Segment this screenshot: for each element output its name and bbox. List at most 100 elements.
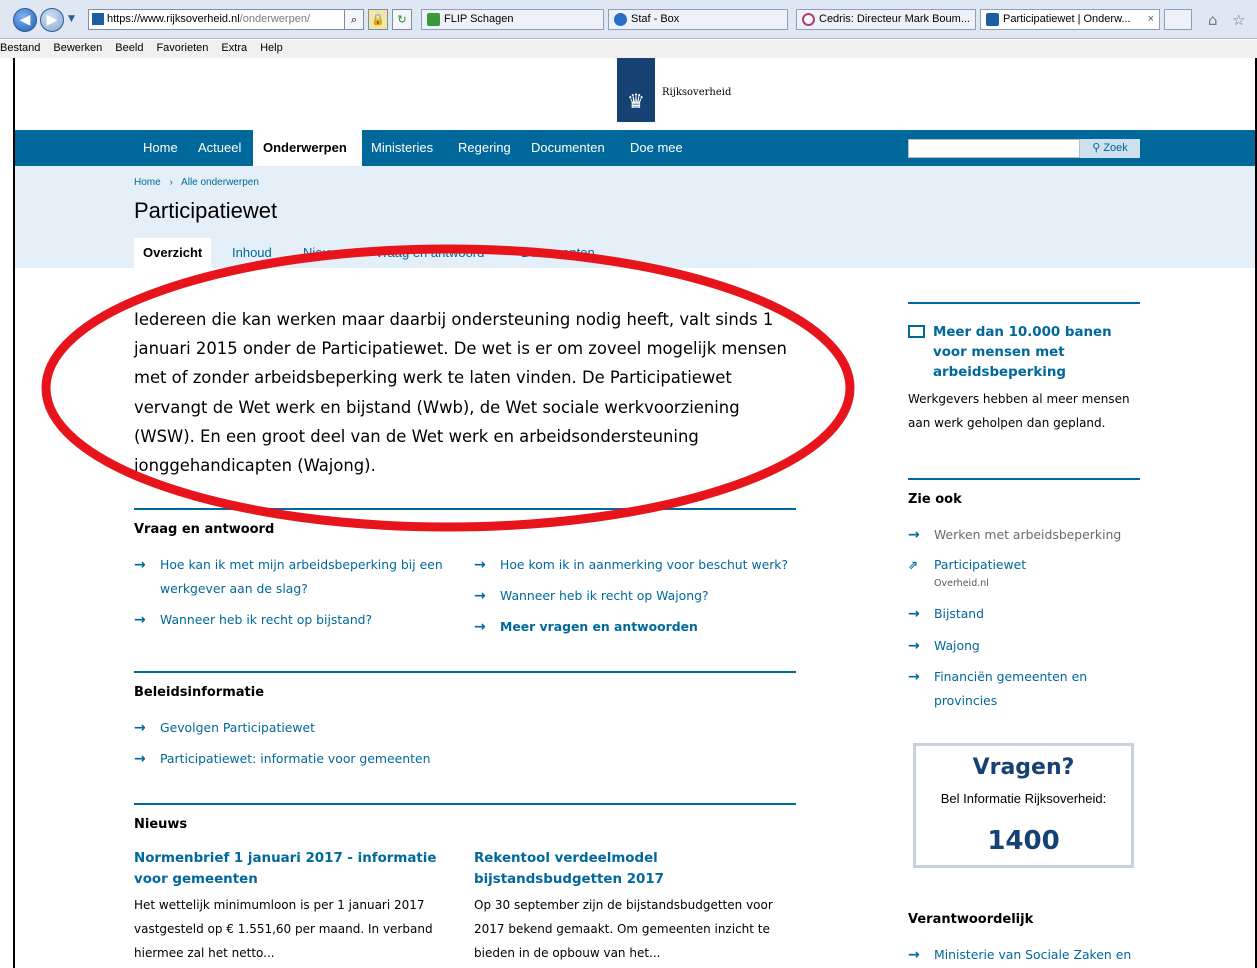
history-dropdown-icon[interactable]: ▼ — [68, 14, 75, 24]
breadcrumb-home[interactable]: Home — [134, 177, 161, 188]
refresh-icon[interactable]: ↻ — [392, 9, 412, 30]
newspaper-icon — [908, 325, 925, 338]
news-title[interactable]: Normenbrief 1 januari 2017 - informatie … — [134, 848, 454, 890]
arrow-right-icon: → — [908, 947, 920, 963]
search-icon: ⚲ — [1092, 142, 1101, 154]
arrow-right-icon: → — [134, 557, 146, 573]
tab-label: Staf - Box — [631, 13, 680, 25]
browser-tab[interactable]: Staf - Box — [608, 9, 788, 30]
news-title[interactable]: Rekentool verdeelmodel bijstandsbudgette… — [474, 848, 794, 890]
browser-toolbar: ◀ ▶ ▼ https://www.rijksoverheid.nl/onder… — [0, 0, 1257, 39]
see-also-heading: Zie ook — [908, 492, 962, 507]
search-input[interactable] — [908, 139, 1080, 158]
nav-item-doe-mee[interactable]: Doe mee — [630, 130, 683, 166]
arrow-right-icon: → — [134, 751, 146, 767]
qa-link-label: Wanneer heb ik recht op bijstand? — [160, 612, 373, 627]
see-also-link[interactable]: ⇗ Participatiewet — [908, 553, 1140, 577]
policy-link-label: Participatiewet: informatie voor gemeent… — [160, 751, 431, 766]
menu-item-bestand[interactable]: Bestand — [0, 40, 40, 57]
browser-tab[interactable]: FLIP Schagen — [421, 9, 604, 30]
address-bar[interactable]: https://www.rijksoverheid.nl/onderwerpen… — [88, 9, 364, 30]
sidebar-banner-title[interactable]: Meer dan 10.000 banen voor mensen met ar… — [933, 323, 1133, 383]
nav-item-actueel[interactable]: Actueel — [198, 130, 241, 166]
section-heading-news: Nieuws — [134, 817, 188, 832]
search-button[interactable]: ⚲ Zoek — [1080, 139, 1140, 158]
breadcrumb-current[interactable]: Alle onderwerpen — [181, 177, 259, 188]
qa-link[interactable]: → Wanneer heb ik recht op bijstand? — [134, 608, 464, 632]
see-also-link[interactable]: → Wajong — [908, 634, 1140, 658]
external-source-label: Overheid.nl — [934, 578, 989, 589]
qa-link-label: Hoe kan ik met mijn arbeidsbeperking bij… — [160, 557, 443, 596]
url-search-icon[interactable]: ⌕ — [344, 9, 364, 30]
see-also-link-label: Werken met arbeidsbeperking — [934, 527, 1122, 542]
arrow-right-icon: → — [474, 557, 486, 573]
page-title: Participatiewet — [134, 198, 278, 223]
menu-item-bewerken[interactable]: Bewerken — [53, 40, 102, 57]
policy-link[interactable]: → Gevolgen Participatiewet — [134, 716, 534, 740]
site-favicon-icon — [92, 13, 104, 25]
new-tab-button[interactable] — [1164, 9, 1192, 30]
questions-title: Vragen? — [972, 755, 1075, 780]
arrow-right-icon: → — [134, 720, 146, 736]
nav-item-onderwerpen[interactable]: Onderwerpen — [253, 130, 362, 166]
more-qa-link[interactable]: → Meer vragen en antwoorden — [474, 615, 804, 639]
nav-item-home[interactable]: Home — [143, 130, 178, 166]
arrow-right-icon: → — [474, 588, 486, 604]
questions-phone-number: 1400 — [987, 826, 1060, 856]
more-qa-link-label: Meer vragen en antwoorden — [500, 619, 698, 634]
responsible-link[interactable]: → Ministerie van Sociale Zaken en — [908, 943, 1140, 967]
see-also-link[interactable]: → Bijstand — [908, 602, 1140, 626]
see-also-link-label: Bijstand — [934, 606, 985, 621]
menu-item-extra[interactable]: Extra — [221, 40, 247, 57]
section-divider — [134, 803, 796, 805]
qa-link-label: Wanneer heb ik recht op Wajong? — [500, 588, 709, 603]
tab-favicon-icon — [802, 13, 815, 26]
questions-box: Vragen? Bel Informatie Rijksoverheid: 14… — [913, 743, 1134, 868]
arrow-right-icon: → — [908, 527, 920, 543]
tab-favicon-icon — [427, 13, 440, 26]
arrow-right-icon: → — [908, 638, 920, 654]
arrow-right-icon: → — [908, 669, 920, 685]
arrow-right-icon: → — [134, 612, 146, 628]
qa-link[interactable]: → Hoe kan ik met mijn arbeidsbeperking bi… — [134, 553, 464, 601]
sidebar-banner-text: Werkgevers hebben al meer mensen aan wer… — [908, 392, 1130, 430]
menu-item-help[interactable]: Help — [260, 40, 283, 57]
responsible-link-label: Ministerie van Sociale Zaken en — [934, 947, 1132, 962]
arrow-right-icon: → — [908, 606, 920, 622]
menu-bar: Bestand Bewerken Beeld Favorieten Extra Help — [0, 40, 1257, 58]
see-also-link[interactable]: → Werken met arbeidsbeperking — [908, 523, 1140, 547]
favorites-star-icon[interactable]: ☆ — [1232, 11, 1245, 29]
tab-label: Participatiewet | Onderw... — [1003, 13, 1131, 25]
search-button-label: Zoek — [1103, 142, 1128, 154]
sidebar-divider — [908, 478, 1140, 480]
policy-link[interactable]: → Participatiewet: informatie voor gemeen… — [134, 747, 534, 771]
sidebar-spacer — [908, 899, 1140, 900]
qa-link[interactable]: → Wanneer heb ik recht op Wajong? — [474, 584, 804, 608]
close-tab-icon[interactable]: × — [1148, 10, 1154, 29]
url-path: /onderwerpen/ — [239, 13, 310, 25]
see-also-link-label: Financiën gemeenten en provincies — [934, 669, 1088, 708]
responsible-heading: Verantwoordelijk — [908, 912, 1034, 927]
lock-icon[interactable]: 🔒 — [368, 9, 388, 30]
section-heading-policy: Beleidsinformatie — [134, 685, 265, 700]
nav-item-ministeries[interactable]: Ministeries — [371, 130, 433, 166]
back-icon[interactable]: ◀ — [13, 8, 37, 32]
browser-tab-active[interactable]: Participatiewet | Onderw... × — [980, 9, 1160, 30]
browser-tab[interactable]: Cedris: Directeur Mark Boum... — [796, 9, 976, 30]
news-summary: Het wettelijk minimumloon is per 1 janua… — [134, 898, 433, 960]
menu-item-beeld[interactable]: Beeld — [115, 40, 143, 57]
see-also-link[interactable]: → Financiën gemeenten en provincies — [908, 665, 1140, 713]
nav-item-regering[interactable]: Regering — [458, 130, 511, 166]
nav-item-documenten[interactable]: Documenten — [531, 130, 605, 166]
see-also-link-label: Participatiewet — [934, 557, 1027, 572]
see-also-link-label: Wajong — [934, 638, 980, 653]
arrow-right-icon: → — [474, 619, 486, 635]
crest-icon: ♛ — [627, 89, 645, 113]
qa-link[interactable]: → Hoe kom ik in aanmerking voor beschut w… — [474, 553, 804, 577]
forward-icon[interactable]: ▶ — [40, 8, 64, 32]
menu-item-favorieten[interactable]: Favorieten — [156, 40, 208, 57]
logo-text[interactable]: Rijksoverheid — [662, 87, 731, 98]
home-icon[interactable]: ⌂ — [1208, 11, 1218, 29]
tab-label: FLIP Schagen — [444, 13, 514, 25]
sidebar-divider — [908, 302, 1140, 304]
